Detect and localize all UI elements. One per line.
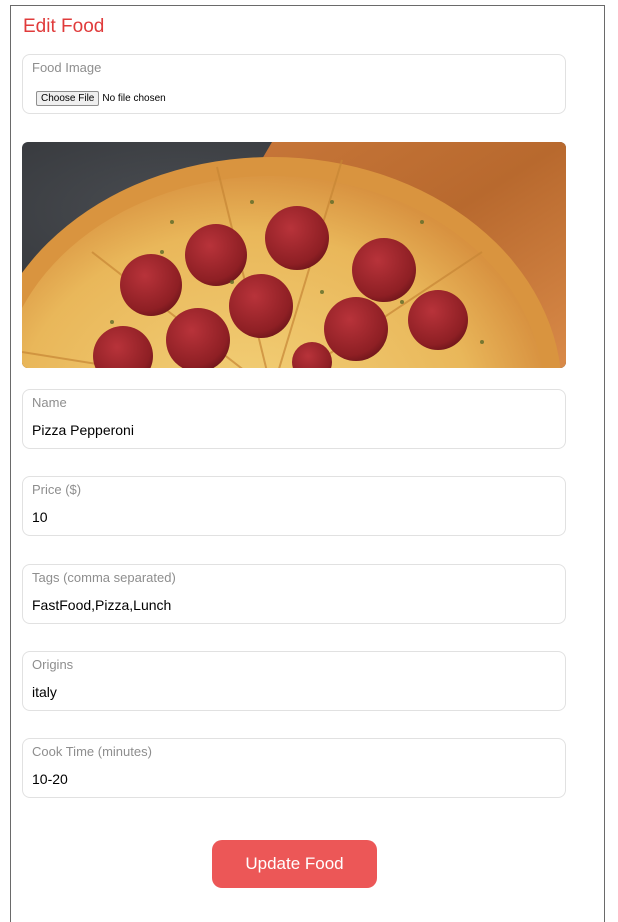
page-title: Edit Food [23, 16, 105, 37]
origins-label: Origins [32, 657, 74, 672]
food-image-field: Food Image Choose File No file chosen [22, 54, 566, 114]
file-status-text: No file chosen [102, 93, 166, 104]
cook-time-input[interactable]: 10-20 [32, 771, 68, 787]
pizza-image [22, 142, 566, 368]
file-input[interactable]: Choose File No file chosen [36, 91, 166, 106]
food-image-preview [22, 142, 566, 368]
tags-field[interactable]: Tags (comma separated) FastFood,Pizza,Lu… [22, 564, 566, 624]
name-label: Name [32, 395, 67, 410]
cook-time-label: Cook Time (minutes) [32, 744, 152, 759]
choose-file-button[interactable]: Choose File [36, 91, 100, 106]
tags-label: Tags (comma separated) [32, 570, 176, 585]
name-field[interactable]: Name Pizza Pepperoni [22, 389, 566, 449]
price-input[interactable]: 10 [32, 509, 48, 525]
update-food-button[interactable]: Update Food [212, 840, 377, 888]
price-label: Price ($) [32, 482, 82, 497]
tags-input[interactable]: FastFood,Pizza,Lunch [32, 597, 171, 613]
name-input[interactable]: Pizza Pepperoni [32, 422, 134, 438]
food-image-label: Food Image [32, 60, 102, 75]
cook-time-field[interactable]: Cook Time (minutes) 10-20 [22, 738, 566, 798]
origins-field[interactable]: Origins italy [22, 651, 566, 711]
price-field[interactable]: Price ($) 10 [22, 476, 566, 536]
origins-input[interactable]: italy [32, 684, 57, 700]
